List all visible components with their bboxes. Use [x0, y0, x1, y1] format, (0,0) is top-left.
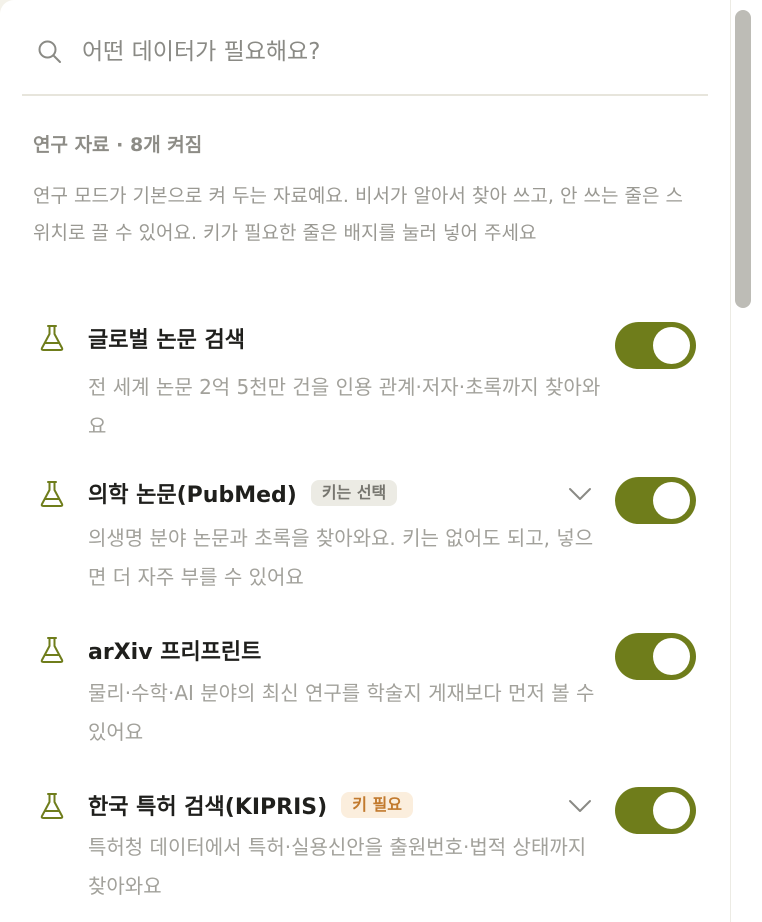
search-icon — [38, 40, 61, 63]
section-title: 연구 자료 · 8개 켜짐 — [33, 134, 203, 156]
item-description: 의생명 분야 논문과 초록을 찾아와요. 키는 없어도 되고, 넣으면 더 자주… — [88, 526, 594, 589]
search-input[interactable] — [82, 30, 682, 74]
item-title-text: 글로벌 논문 검색 — [88, 328, 245, 353]
chevron-down-icon[interactable] — [566, 484, 594, 504]
item-title-text: arXiv 프리프린트 — [88, 640, 262, 665]
toggle-knob — [653, 327, 690, 364]
key-optional-badge[interactable]: 키는 선택 — [310, 480, 398, 506]
item-title: 한국 특허 검색(KIPRIS) 키 필요 — [88, 789, 413, 821]
item-title: arXiv 프리프린트 — [88, 634, 261, 666]
scrollbar-thumb[interactable] — [735, 10, 751, 308]
toggle-switch[interactable] — [615, 477, 696, 524]
item-description: 물리·수학·AI 분야의 최신 연구를 학술지 게재보다 먼저 볼 수 있어요 — [88, 681, 595, 744]
section-description: 연구 모드가 기본으로 켜 두는 자료예요. 비서가 알아서 찾아 쓰고, 안 … — [33, 185, 683, 244]
search-bar — [22, 16, 708, 96]
key-required-badge[interactable]: 키 필요 — [341, 792, 413, 818]
chevron-down-icon[interactable] — [566, 796, 594, 816]
item-title: 의학 논문(PubMed) 키는 선택 — [88, 477, 398, 509]
flask-icon — [40, 637, 64, 663]
toggle-switch[interactable] — [615, 787, 696, 834]
flask-icon — [40, 481, 64, 507]
toggle-switch[interactable] — [615, 322, 696, 369]
toggle-knob — [653, 792, 690, 829]
item-description: 특허청 데이터에서 특허·실용신안을 출원번호·법적 상태까지 찾아와요 — [88, 835, 587, 898]
item-title: 글로벌 논문 검색 — [88, 322, 245, 354]
flask-icon — [40, 793, 64, 819]
item-description: 전 세계 논문 2억 5천만 건을 인용 관계·저자·초록까지 찾아와요 — [88, 375, 601, 438]
toggle-knob — [653, 638, 690, 675]
toggle-knob — [653, 482, 690, 519]
item-title-text: 한국 특허 검색(KIPRIS) — [88, 795, 328, 820]
data-source-panel: 연구 자료 · 8개 켜짐 연구 모드가 기본으로 켜 두는 자료예요. 비서가… — [0, 0, 730, 922]
toggle-switch[interactable] — [615, 633, 696, 680]
item-title-text: 의학 논문(PubMed) — [88, 483, 297, 508]
flask-icon — [40, 325, 64, 351]
